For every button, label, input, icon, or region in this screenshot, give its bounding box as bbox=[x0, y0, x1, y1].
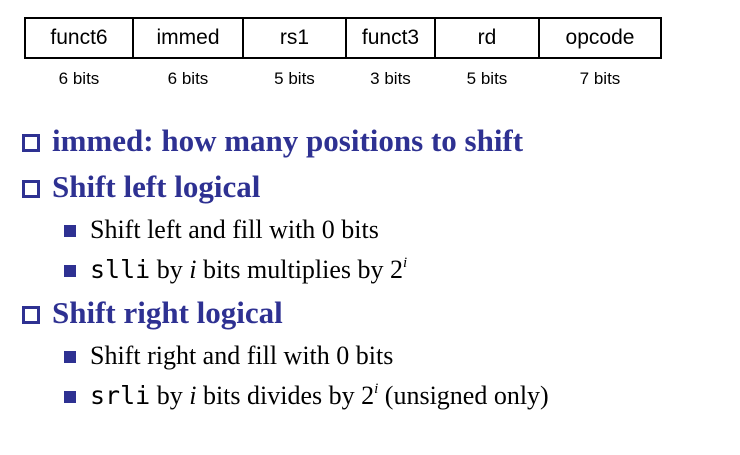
srli-text-by: by bbox=[150, 381, 190, 410]
bits-opcode: 7 bits bbox=[579, 69, 621, 88]
srli-code: srli bbox=[90, 381, 151, 410]
slli-text-multiplies: bits multiplies by 2 bbox=[196, 255, 404, 284]
slli-code: slli bbox=[90, 255, 151, 284]
filled-square-icon bbox=[64, 351, 76, 363]
sub-bullet-srl-fill: Shift right and fill with 0 bits bbox=[0, 336, 740, 376]
field-width-row: 6 bits 6 bits 5 bits 3 bits 5 bits 7 bit… bbox=[25, 58, 661, 99]
sub-bullet-sll-fill: Shift left and fill with 0 bits bbox=[0, 210, 740, 250]
filled-square-icon bbox=[64, 225, 76, 237]
bits-rs1: 5 bits bbox=[274, 69, 315, 88]
srl-title: Shift right logical bbox=[52, 295, 283, 330]
sll-fill-text: Shift left and fill with 0 bits bbox=[90, 215, 379, 244]
field-funct3: funct3 bbox=[345, 17, 436, 59]
immed-description: how many positions to shift bbox=[153, 123, 524, 158]
bits-immed: 6 bits bbox=[167, 69, 209, 88]
bullet-immed: immed: how many positions to shift bbox=[0, 118, 740, 164]
hollow-square-icon bbox=[22, 180, 40, 198]
bits-funct3: 3 bits bbox=[370, 69, 411, 88]
hollow-square-icon bbox=[22, 306, 40, 324]
field-immed: immed bbox=[132, 17, 244, 59]
field-funct6: funct6 bbox=[24, 17, 134, 59]
slli-exponent: i bbox=[403, 255, 408, 271]
srli-text-unsigned: (unsigned only) bbox=[378, 381, 549, 410]
sll-title: Shift left logical bbox=[52, 169, 261, 204]
hollow-square-icon bbox=[22, 134, 40, 152]
slli-text-by: by bbox=[150, 255, 190, 284]
field-name-row: funct6 immed rs1 funct3 rd opcode bbox=[24, 17, 662, 59]
sub-bullet-srli-divide: srli by i bits divides by 2i (unsigned o… bbox=[0, 376, 740, 416]
bullet-list: immed: how many positions to shift Shift… bbox=[0, 118, 740, 416]
filled-square-icon bbox=[64, 391, 76, 403]
instruction-format-table: funct6 immed rs1 funct3 rd opcode 6 bits… bbox=[24, 17, 662, 99]
bits-rd: 5 bits bbox=[466, 69, 508, 88]
srli-text-divides: bits divides by 2 bbox=[196, 381, 375, 410]
bullet-shift-left-logical: Shift left logical bbox=[0, 164, 740, 210]
srl-fill-text: Shift right and fill with 0 bits bbox=[90, 341, 394, 370]
bullet-shift-right-logical: Shift right logical bbox=[0, 290, 740, 336]
sub-bullet-slli-multiply: slli by i bits multiplies by 2i bbox=[0, 250, 740, 290]
filled-square-icon bbox=[64, 265, 76, 277]
bits-funct6: 6 bits bbox=[58, 69, 100, 88]
field-opcode: opcode bbox=[538, 17, 662, 59]
field-rs1: rs1 bbox=[242, 17, 347, 59]
field-rd: rd bbox=[434, 17, 540, 59]
immed-term: immed: bbox=[52, 123, 154, 158]
